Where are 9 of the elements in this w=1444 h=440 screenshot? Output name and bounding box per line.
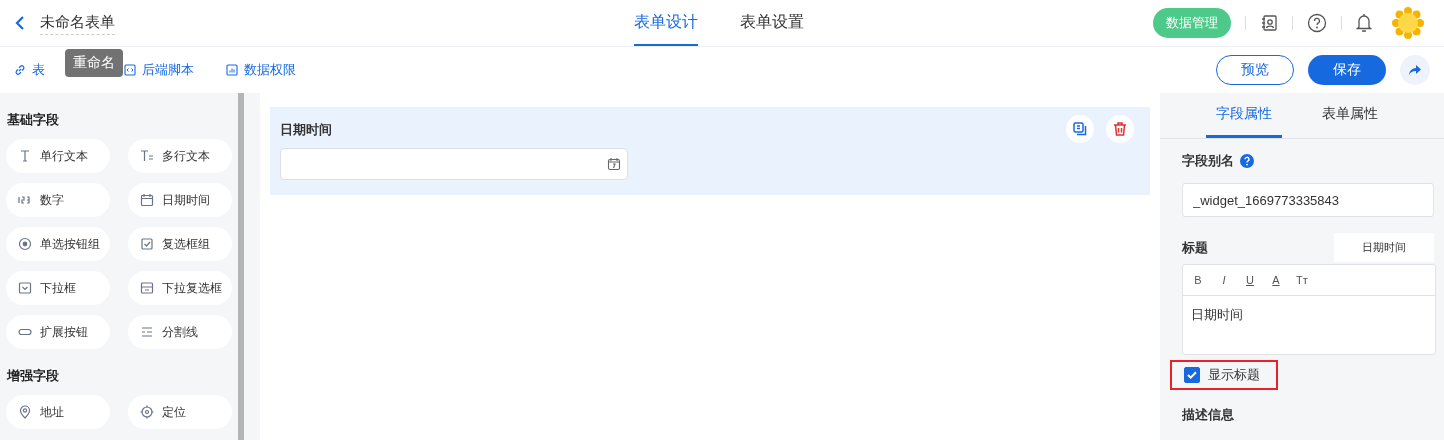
group-title: 基础字段 xyxy=(6,111,60,129)
title-chip: 日期时间 xyxy=(1334,233,1434,262)
field-alias-label: 字段别名 xyxy=(1182,152,1234,170)
field-label: 日期时间 xyxy=(280,121,332,139)
checkbox-label: 显示标题 xyxy=(1208,366,1260,384)
description-label: 描述信息 xyxy=(1182,406,1235,424)
rename-tooltip: 重命名 xyxy=(65,49,123,77)
title-label: 标题 xyxy=(1182,238,1208,257)
group-title: 增强字段 xyxy=(6,367,60,385)
